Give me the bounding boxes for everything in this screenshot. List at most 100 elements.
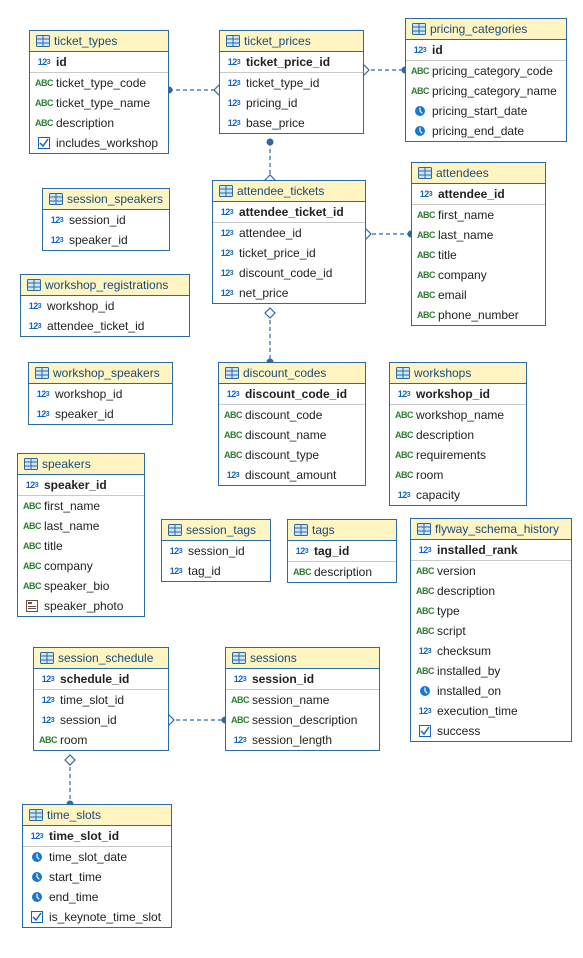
column-ticket_type_name[interactable]: ABCticket_type_name <box>30 93 168 113</box>
column-workshop_id[interactable]: 123workshop_id <box>390 384 526 404</box>
entity-header[interactable]: session_schedule <box>34 648 168 669</box>
column-room[interactable]: ABCroom <box>390 465 526 485</box>
column-discount_name[interactable]: ABCdiscount_name <box>219 425 365 445</box>
column-description[interactable]: ABCdescription <box>390 425 526 445</box>
column-checksum[interactable]: 123checksum <box>411 641 571 661</box>
entity-attendees[interactable]: attendees123attendee_idABCfirst_nameABCl… <box>411 162 546 326</box>
entity-header[interactable]: workshop_speakers <box>29 363 172 384</box>
entity-discount_codes[interactable]: discount_codes123discount_code_idABCdisc… <box>218 362 366 486</box>
entity-header[interactable]: ticket_prices <box>220 31 363 52</box>
entity-header[interactable]: attendees <box>412 163 545 184</box>
column-attendee_ticket_id[interactable]: 123attendee_ticket_id <box>21 316 189 336</box>
entity-tags[interactable]: tags123tag_idABCdescription <box>287 519 397 583</box>
column-success[interactable]: success <box>411 721 571 741</box>
entity-header[interactable]: attendee_tickets <box>213 181 365 202</box>
column-time_slot_id[interactable]: 123time_slot_id <box>34 690 168 710</box>
entity-session_speakers[interactable]: session_speakers123session_id123speaker_… <box>42 188 170 251</box>
column-session_id[interactable]: 123session_id <box>43 210 169 230</box>
column-type[interactable]: ABCtype <box>411 601 571 621</box>
column-pricing_category_code[interactable]: ABCpricing_category_code <box>406 61 566 81</box>
column-ticket_type_id[interactable]: 123ticket_type_id <box>220 73 363 93</box>
entity-header[interactable]: ticket_types <box>30 31 168 52</box>
entity-header[interactable]: session_tags <box>162 520 270 541</box>
column-net_price[interactable]: 123net_price <box>213 283 365 303</box>
column-id[interactable]: 123id <box>406 40 566 60</box>
column-first_name[interactable]: ABCfirst_name <box>18 496 144 516</box>
entity-header[interactable]: speakers <box>18 454 144 475</box>
column-session_name[interactable]: ABCsession_name <box>226 690 379 710</box>
column-version[interactable]: ABCversion <box>411 561 571 581</box>
column-discount_code[interactable]: ABCdiscount_code <box>219 405 365 425</box>
column-capacity[interactable]: 123capacity <box>390 485 526 505</box>
column-description[interactable]: ABCdescription <box>288 562 396 582</box>
column-session_description[interactable]: ABCsession_description <box>226 710 379 730</box>
column-workshop_name[interactable]: ABCworkshop_name <box>390 405 526 425</box>
column-title[interactable]: ABCtitle <box>412 245 545 265</box>
column-attendee_id[interactable]: 123attendee_id <box>213 223 365 243</box>
entity-header[interactable]: session_speakers <box>43 189 169 210</box>
column-end_time[interactable]: end_time <box>23 887 171 907</box>
column-title[interactable]: ABCtitle <box>18 536 144 556</box>
column-first_name[interactable]: ABCfirst_name <box>412 205 545 225</box>
column-description[interactable]: ABCdescription <box>30 113 168 133</box>
column-installed_rank[interactable]: 123installed_rank <box>411 540 571 560</box>
column-installed_by[interactable]: ABCinstalled_by <box>411 661 571 681</box>
column-speaker_id[interactable]: 123speaker_id <box>29 404 172 424</box>
column-session_id[interactable]: 123session_id <box>34 710 168 730</box>
column-description[interactable]: ABCdescription <box>411 581 571 601</box>
column-discount_type[interactable]: ABCdiscount_type <box>219 445 365 465</box>
column-session_id[interactable]: 123session_id <box>226 669 379 689</box>
entity-speakers[interactable]: speakers123speaker_idABCfirst_nameABClas… <box>17 453 145 617</box>
column-pricing_start_date[interactable]: pricing_start_date <box>406 101 566 121</box>
column-tag_id[interactable]: 123tag_id <box>162 561 270 581</box>
column-discount_amount[interactable]: 123discount_amount <box>219 465 365 485</box>
column-is_keynote_time_slot[interactable]: is_keynote_time_slot <box>23 907 171 927</box>
entity-time_slots[interactable]: time_slots123time_slot_idtime_slot_dates… <box>22 804 172 928</box>
entity-ticket_types[interactable]: ticket_types123idABCticket_type_codeABCt… <box>29 30 169 154</box>
column-installed_on[interactable]: installed_on <box>411 681 571 701</box>
column-schedule_id[interactable]: 123schedule_id <box>34 669 168 689</box>
entity-header[interactable]: flyway_schema_history <box>411 519 571 540</box>
column-last_name[interactable]: ABClast_name <box>18 516 144 536</box>
column-id[interactable]: 123id <box>30 52 168 72</box>
column-phone_number[interactable]: ABCphone_number <box>412 305 545 325</box>
entity-session_tags[interactable]: session_tags123session_id123tag_id <box>161 519 271 582</box>
column-attendee_ticket_id[interactable]: 123attendee_ticket_id <box>213 202 365 222</box>
column-pricing_category_name[interactable]: ABCpricing_category_name <box>406 81 566 101</box>
entity-workshops[interactable]: workshops123workshop_idABCworkshop_nameA… <box>389 362 527 506</box>
column-time_slot_id[interactable]: 123time_slot_id <box>23 826 171 846</box>
entity-header[interactable]: time_slots <box>23 805 171 826</box>
column-ticket_price_id[interactable]: 123ticket_price_id <box>220 52 363 72</box>
column-script[interactable]: ABCscript <box>411 621 571 641</box>
entity-workshop_speakers[interactable]: workshop_speakers123workshop_id123speake… <box>28 362 173 425</box>
column-time_slot_date[interactable]: time_slot_date <box>23 847 171 867</box>
column-pricing_end_date[interactable]: pricing_end_date <box>406 121 566 141</box>
entity-workshop_registrations[interactable]: workshop_registrations123workshop_id123a… <box>20 274 190 337</box>
column-email[interactable]: ABCemail <box>412 285 545 305</box>
column-ticket_type_code[interactable]: ABCticket_type_code <box>30 73 168 93</box>
entity-header[interactable]: discount_codes <box>219 363 365 384</box>
column-session_length[interactable]: 123session_length <box>226 730 379 750</box>
entity-header[interactable]: workshops <box>390 363 526 384</box>
column-start_time[interactable]: start_time <box>23 867 171 887</box>
column-ticket_price_id[interactable]: 123ticket_price_id <box>213 243 365 263</box>
column-speaker_id[interactable]: 123speaker_id <box>43 230 169 250</box>
column-discount_code_id[interactable]: 123discount_code_id <box>219 384 365 404</box>
column-base_price[interactable]: 123base_price <box>220 113 363 133</box>
entity-attendee_tickets[interactable]: attendee_tickets123attendee_ticket_id123… <box>212 180 366 304</box>
entity-header[interactable]: workshop_registrations <box>21 275 189 296</box>
column-tag_id[interactable]: 123tag_id <box>288 541 396 561</box>
entity-sessions[interactable]: sessions123session_idABCsession_nameABCs… <box>225 647 380 751</box>
entity-flyway_schema_history[interactable]: flyway_schema_history123installed_rankAB… <box>410 518 572 742</box>
entity-ticket_prices[interactable]: ticket_prices123ticket_price_id123ticket… <box>219 30 364 134</box>
column-speaker_id[interactable]: 123speaker_id <box>18 475 144 495</box>
column-execution_time[interactable]: 123execution_time <box>411 701 571 721</box>
column-workshop_id[interactable]: 123workshop_id <box>29 384 172 404</box>
entity-header[interactable]: tags <box>288 520 396 541</box>
entity-pricing_categories[interactable]: pricing_categories123idABCpricing_catego… <box>405 18 567 142</box>
column-requirements[interactable]: ABCrequirements <box>390 445 526 465</box>
column-company[interactable]: ABCcompany <box>18 556 144 576</box>
entity-session_schedule[interactable]: session_schedule123schedule_id123time_sl… <box>33 647 169 751</box>
column-workshop_id[interactable]: 123workshop_id <box>21 296 189 316</box>
column-company[interactable]: ABCcompany <box>412 265 545 285</box>
